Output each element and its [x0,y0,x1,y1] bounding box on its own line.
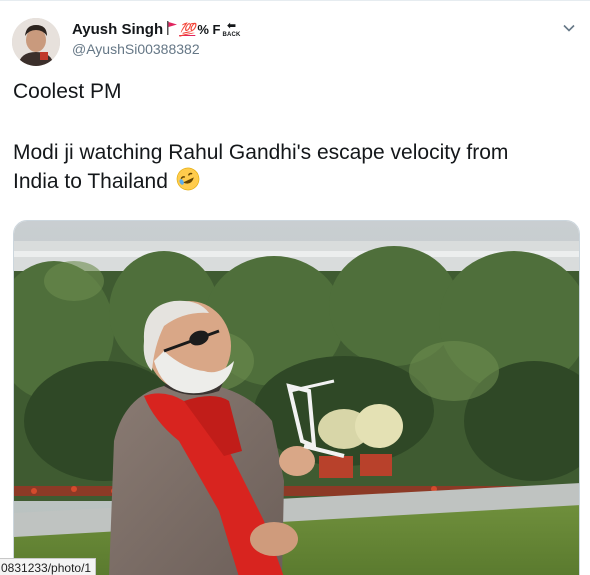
display-name[interactable]: Ayush Singh [72,21,163,38]
hundred-points-icon: 💯 [179,21,196,37]
tweet-text-line-3: India to Thailand [13,167,200,196]
name-badges: 💯 % F ⬅ BACK [167,21,240,38]
status-bar-url: 0831233/photo/1 [0,558,97,575]
red-flag-icon [167,21,178,38]
badge-text: % F [197,22,221,37]
tweet-card: Ayush Singh 💯 % F ⬅ BACK @AyushSi0038838… [0,0,590,575]
user-name-row[interactable]: Ayush Singh 💯 % F ⬅ BACK [72,21,241,39]
user-handle[interactable]: @AyushSi00388382 [72,41,200,57]
tweet-text-line-3-label: India to Thailand [13,170,168,193]
tweet-text-line-2: Modi ji watching Rahul Gandhi's escape v… [13,141,509,164]
rolling-laughing-emoji-icon [176,167,200,191]
avatar[interactable] [12,18,60,66]
chevron-down-icon[interactable] [560,19,578,37]
back-arrow-icon: ⬅ BACK [222,20,241,39]
tweet-text-line-1: Coolest PM [13,80,122,103]
tweet-photo[interactable] [13,220,580,575]
